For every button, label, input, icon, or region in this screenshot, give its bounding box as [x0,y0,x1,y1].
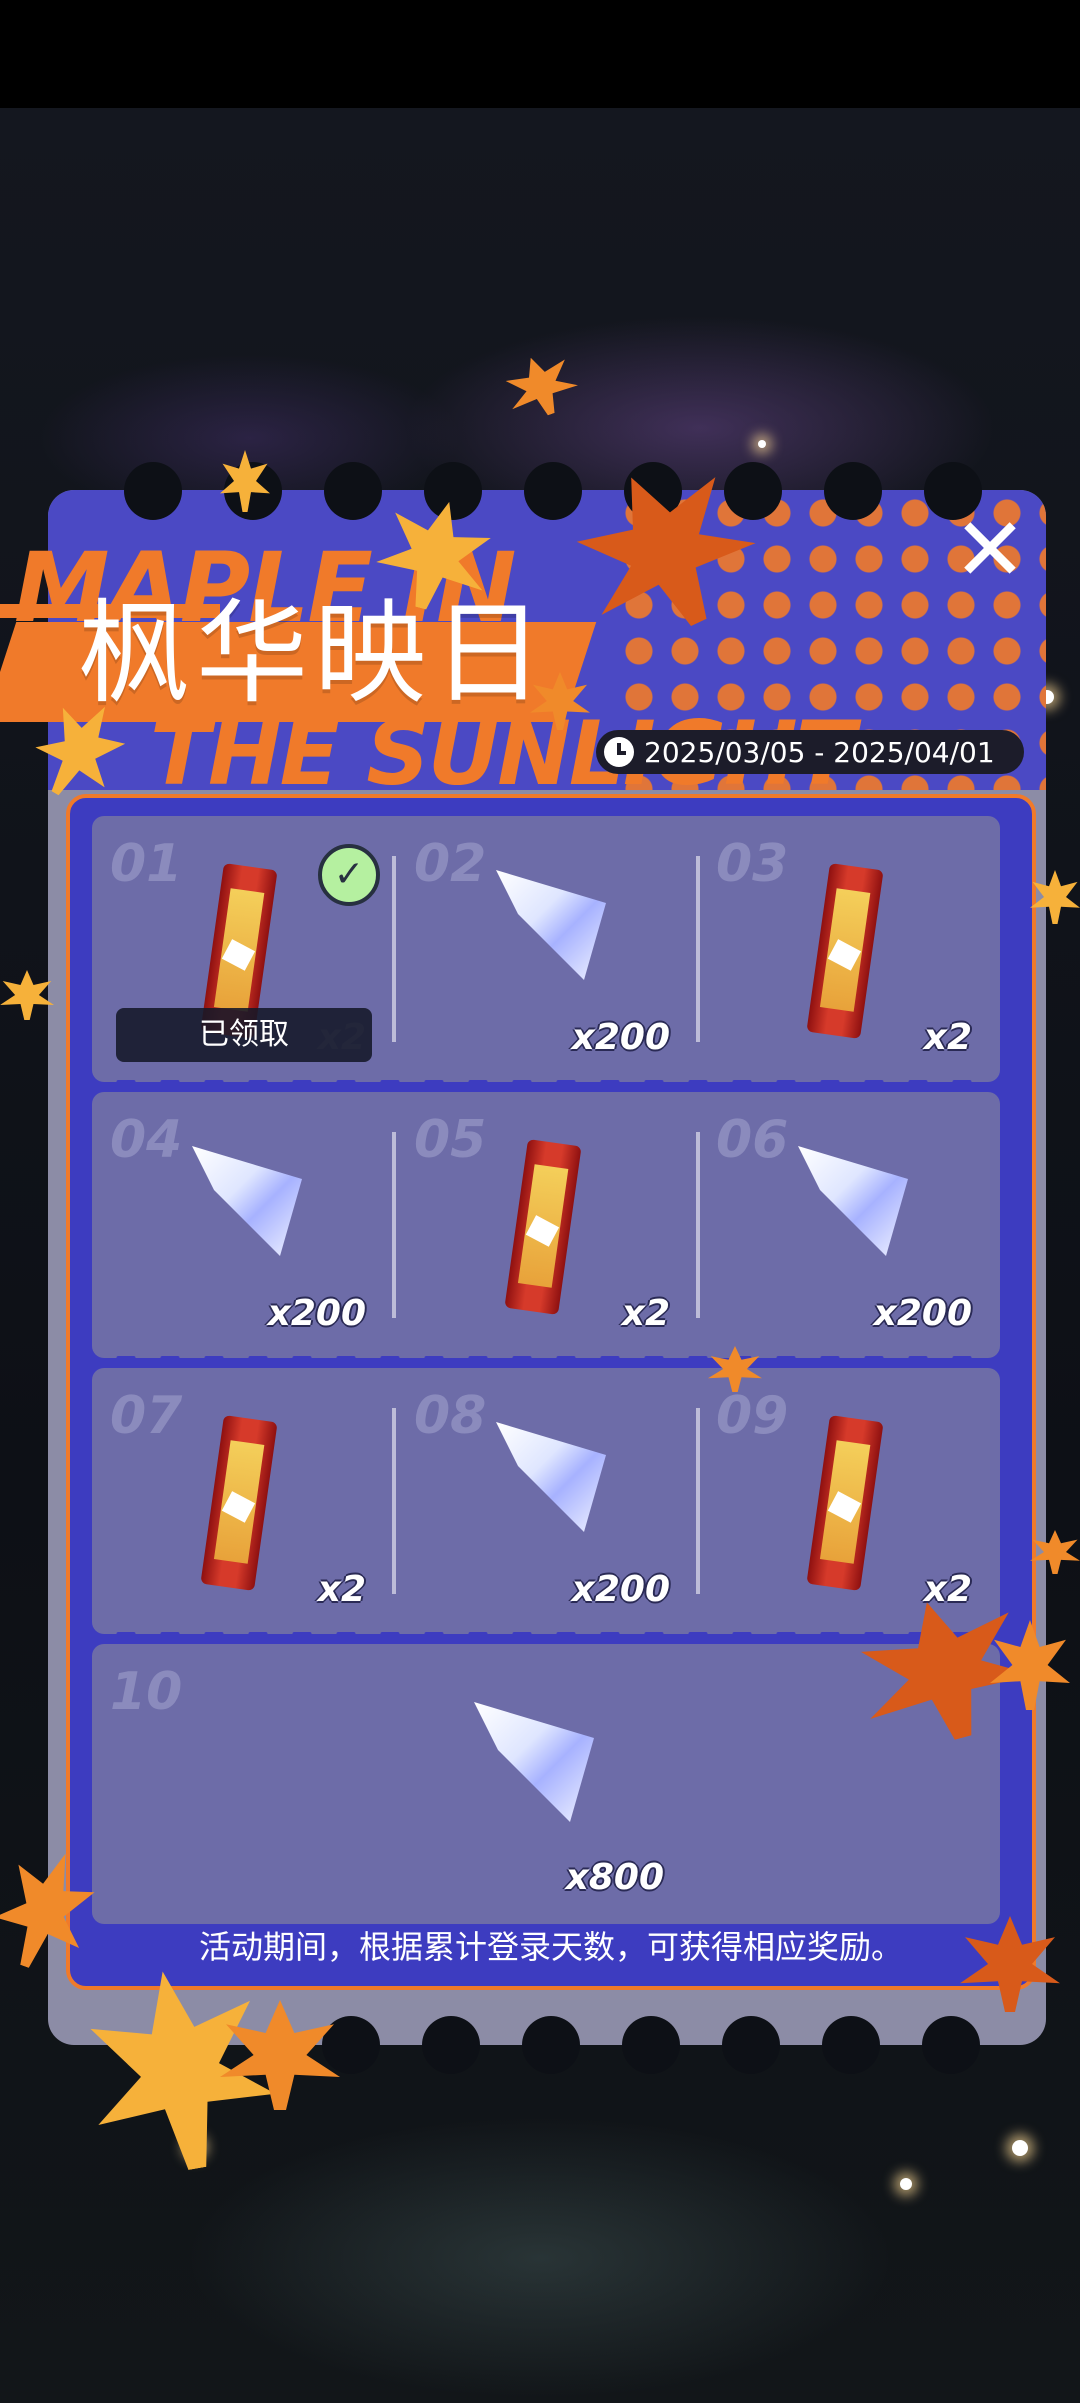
reward-cell-day-09[interactable]: 09 x2 [698,1368,1000,1634]
day-number: 05 [414,1110,487,1170]
ticket-notch [524,462,582,520]
page-title: 枫华映日 [78,589,550,719]
ticket-notch [922,2016,980,2074]
status-bar [0,0,1080,108]
reward-quantity: x2 [923,1569,972,1610]
snack-bar-icon [806,863,884,1039]
check-icon: ✓ [318,844,380,906]
day-number: 06 [716,1110,789,1170]
ticket-notch [822,2016,880,2074]
reward-cell-day-03[interactable]: 03 x2 [698,816,1000,1082]
reward-quantity: x800 [565,1857,664,1898]
reward-quantity: x200 [267,1293,366,1334]
rewards-row: 10 x800 [92,1644,1000,1924]
reward-cell-day-08[interactable]: 08 x200 [396,1368,698,1634]
reward-quantity: x200 [571,1569,670,1610]
ticket-notch [424,462,482,520]
sparkle [1012,2140,1028,2156]
ticket-notch [724,462,782,520]
crystal-icon [496,870,606,980]
reward-cell-day-04[interactable]: 04 x200 [92,1092,394,1358]
day-number: 07 [110,1386,183,1446]
reward-cell-day-02[interactable]: 02 x200 [396,816,698,1082]
day-number: 04 [110,1110,183,1170]
snack-bar-icon [200,1415,278,1591]
claimed-badge: 已领取 [116,1008,372,1062]
reward-cell-day-01[interactable]: 01 x2 ✓ 已领取 [92,816,394,1082]
ticket-notch [324,462,382,520]
day-number: 10 [110,1662,183,1722]
reward-quantity: x200 [571,1017,670,1058]
date-range-text: 2025/03/05 - 2025/04/01 [644,735,995,769]
reward-quantity: x2 [317,1569,366,1610]
event-description: 活动期间，根据累计登录天数，可获得相应奖励。 [198,1928,903,1966]
snack-bar-icon [504,1139,582,1315]
sparkle [900,2178,912,2190]
ticket-notch [522,2016,580,2074]
day-number: 08 [414,1386,487,1446]
crystal-icon [496,1422,606,1532]
clock-icon [604,737,634,767]
ticket-notch [622,2016,680,2074]
rewards-row: 01 x2 ✓ 已领取 02 x200 03 x2 [92,816,1000,1082]
reward-cell-day-05[interactable]: 05 x2 [396,1092,698,1358]
day-number: 02 [414,834,487,894]
ticket-notch [824,462,882,520]
ticket-notch [722,2016,780,2074]
reward-quantity: x2 [621,1293,670,1334]
reward-cell-day-06[interactable]: 06 x200 [698,1092,1000,1358]
close-button[interactable]: ✕ [950,506,1030,594]
perforation [92,1632,1000,1644]
ticket-notch [422,2016,480,2074]
ticket-notch [322,2016,380,2074]
perforation [92,1356,1000,1368]
ticket-notch [124,462,182,520]
crystal-icon [192,1146,302,1256]
day-number: 09 [716,1386,789,1446]
day-number: 03 [716,834,789,894]
sparkle [758,440,766,448]
crystal-icon [474,1702,594,1822]
rewards-row: 07 x2 08 x200 09 x2 [92,1368,1000,1634]
reward-cell-day-07[interactable]: 07 x2 [92,1368,394,1634]
reward-cell-day-10[interactable]: 10 x800 [92,1644,1000,1924]
crystal-icon [798,1146,908,1256]
reward-quantity: x2 [923,1017,972,1058]
event-date-range: 2025/03/05 - 2025/04/01 [596,730,1024,774]
perforation [92,1080,1000,1092]
rewards-row: 04 x200 05 x2 06 x200 [92,1092,1000,1358]
reward-quantity: x200 [873,1293,972,1334]
snack-bar-icon [806,1415,884,1591]
day-number: 01 [110,834,183,894]
